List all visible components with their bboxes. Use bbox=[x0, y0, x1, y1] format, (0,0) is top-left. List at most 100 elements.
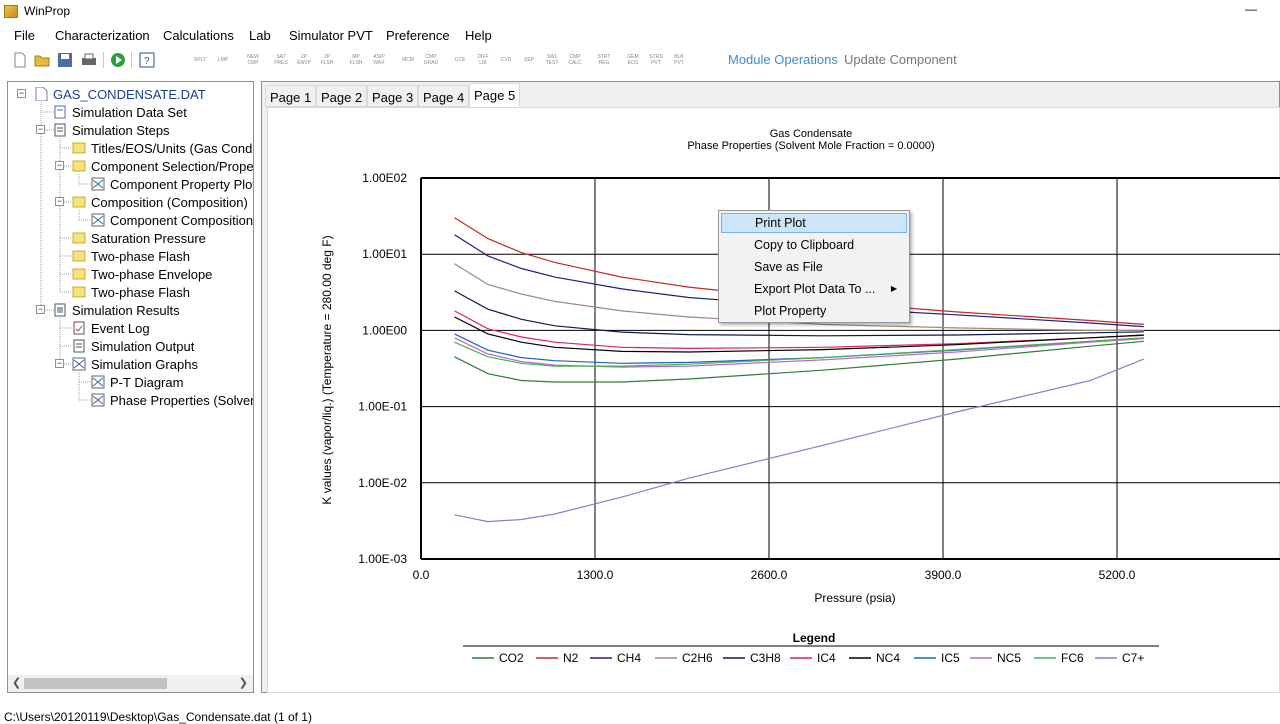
tree-item-two-phase-flash[interactable]: Two-phase Flash bbox=[72, 247, 190, 265]
tab-page-3[interactable]: Page 3 bbox=[367, 85, 419, 107]
chart-title: Gas Condensate bbox=[770, 128, 853, 140]
scroll-right-icon[interactable]: ❯ bbox=[239, 676, 248, 689]
menu-label: Copy to Clipboard bbox=[754, 238, 855, 252]
tree-item-label: Saturation Pressure bbox=[91, 230, 206, 246]
folder-icon bbox=[72, 286, 86, 298]
tb-mcm[interactable]: MCM bbox=[399, 51, 417, 69]
tree-root[interactable]: GAS_CONDENSATE.DAT bbox=[34, 85, 206, 103]
print-plot-menu-item[interactable]: Print Plot bbox=[721, 213, 907, 233]
tb-diff-lib[interactable]: DIFF LIB bbox=[474, 51, 492, 69]
update-component-link[interactable]: Update Component bbox=[844, 52, 957, 67]
tree-item-simulation-output[interactable]: Simulation Output bbox=[72, 337, 194, 355]
tree-item-event-log[interactable]: Event Log bbox=[72, 319, 150, 337]
tb-cmp-calc[interactable]: CMP CALC bbox=[566, 51, 584, 69]
tb-cce[interactable]: CCE bbox=[451, 51, 469, 69]
collapse-simulation-results-icon[interactable]: − bbox=[36, 305, 45, 314]
tb-sep[interactable]: SEP bbox=[520, 51, 538, 69]
collapse-root-icon[interactable]: − bbox=[17, 89, 26, 98]
tb-mp-flsh[interactable]: MP FLSH bbox=[347, 51, 365, 69]
tb-2p-flsh[interactable]: 2P FLSH bbox=[318, 51, 336, 69]
tb-cvd[interactable]: CVD bbox=[497, 51, 515, 69]
tree-item-component-composition[interactable]: Component Composition I bbox=[91, 211, 253, 229]
tree-item-pt-diagram[interactable]: P-T Diagram bbox=[91, 373, 183, 391]
tree-item-component-selection[interactable]: Component Selection/Propert bbox=[72, 157, 253, 175]
k-values-chart[interactable]: Gas CondensatePhase Properties (Solvent … bbox=[268, 108, 1280, 693]
tb-blk-pvt[interactable]: BLK PVT bbox=[670, 51, 688, 69]
submenu-arrow-icon: ▶ bbox=[890, 284, 897, 293]
tb-new-cmp[interactable]: NEW CMP bbox=[244, 51, 262, 69]
tree-horizontal-scrollbar[interactable]: ❮ ❯ bbox=[8, 675, 253, 692]
svg-text:?: ? bbox=[144, 56, 150, 67]
menu-lab[interactable]: Lab bbox=[249, 28, 271, 43]
tree-item-phase-properties[interactable]: Phase Properties (Solvent bbox=[91, 391, 254, 409]
menu-calculations[interactable]: Calculations bbox=[163, 28, 234, 43]
tab-page-4[interactable]: Page 4 bbox=[418, 85, 470, 107]
tree-item-simulation-steps[interactable]: Simulation Steps bbox=[53, 121, 170, 139]
tb-asp-wax[interactable]: ASP/ WAX bbox=[370, 51, 388, 69]
tab-page-1[interactable]: Page 1 bbox=[265, 85, 317, 107]
content-panel: Page 1 Page 2 Page 3 Page 4 Page 5 Gas C… bbox=[261, 81, 1280, 693]
collapse-component-selection-icon[interactable]: − bbox=[55, 161, 64, 170]
legend-item-label: NC4 bbox=[876, 651, 900, 665]
new-file-icon[interactable] bbox=[11, 51, 29, 69]
tree-item-label: Simulation Data Set bbox=[72, 104, 187, 120]
collapse-simulation-steps-icon[interactable]: − bbox=[36, 125, 45, 134]
help-icon[interactable]: ? bbox=[138, 51, 156, 69]
save-icon[interactable] bbox=[56, 51, 74, 69]
export-plot-data-menu-item[interactable]: Export Plot Data To ... ▶ bbox=[721, 279, 907, 299]
tree-item-simulation-data-set[interactable]: Simulation Data Set bbox=[53, 103, 187, 121]
tree-item-simulation-graphs[interactable]: Simulation Graphs bbox=[72, 355, 198, 373]
tree-item-titles-eos-units[interactable]: Titles/EOS/Units (Gas Conder bbox=[72, 139, 253, 157]
module-operations-link[interactable]: Module Operations bbox=[728, 52, 838, 67]
tab-page-2[interactable]: Page 2 bbox=[316, 85, 368, 107]
folder-icon bbox=[72, 142, 86, 154]
collapse-simulation-graphs-icon[interactable]: − bbox=[55, 359, 64, 368]
tb-2p-envp[interactable]: 2P ENVP bbox=[295, 51, 313, 69]
menu-preference[interactable]: Preference bbox=[386, 28, 450, 43]
legend-title: Legend bbox=[793, 631, 836, 645]
print-icon[interactable] bbox=[80, 51, 98, 69]
copy-to-clipboard-menu-item[interactable]: Copy to Clipboard bbox=[721, 235, 907, 255]
tb-lmp[interactable]: LMP bbox=[214, 51, 232, 69]
tree-item-component-property-plot[interactable]: Component Property Plot bbox=[91, 175, 253, 193]
save-as-file-menu-item[interactable]: Save as File bbox=[721, 257, 907, 277]
tree-item-two-phase-flash-2[interactable]: Two-phase Flash bbox=[72, 283, 190, 301]
tb-cmp-grad[interactable]: CMP GRAD bbox=[422, 51, 440, 69]
menu-label: Plot Property bbox=[754, 304, 827, 318]
app-icon bbox=[4, 5, 18, 18]
tb-splt[interactable]: SPLT bbox=[191, 51, 209, 69]
plot-page: Gas Condensate Phase Properties (Solvent … bbox=[267, 107, 1280, 693]
menu-label: Save as File bbox=[754, 260, 823, 274]
minimize-button[interactable]: — bbox=[1236, 0, 1266, 22]
tb-sat-pres[interactable]: SAT PRES bbox=[272, 51, 290, 69]
tree-item-composition[interactable]: Composition (Composition) bbox=[72, 193, 248, 211]
y-tick-label: 1.00E01 bbox=[362, 247, 407, 261]
tree-item-label: Two-phase Flash bbox=[91, 284, 190, 300]
tree-item-simulation-results[interactable]: Simulation Results bbox=[53, 301, 180, 319]
plot-property-menu-item[interactable]: Plot Property bbox=[721, 301, 907, 321]
tree-item-saturation-pressure[interactable]: Saturation Pressure bbox=[72, 229, 206, 247]
open-folder-icon[interactable] bbox=[33, 51, 51, 69]
tree-item-label: Phase Properties (Solvent bbox=[110, 392, 254, 408]
tab-page-5[interactable]: Page 5 bbox=[469, 83, 521, 107]
menu-characterization[interactable]: Characterization bbox=[55, 28, 150, 43]
tb-swl-test[interactable]: SWL TEST bbox=[543, 51, 561, 69]
plot-icon bbox=[91, 213, 105, 227]
toolbar-separator bbox=[131, 52, 132, 68]
plot-icon bbox=[72, 357, 86, 371]
legend-item-label: FC6 bbox=[1061, 651, 1084, 665]
tb-strt-reg[interactable]: STRT REG bbox=[595, 51, 613, 69]
x-tick-label: 2600.0 bbox=[751, 568, 788, 582]
tb-gem-eos[interactable]: GEM EOS bbox=[624, 51, 642, 69]
menu-help[interactable]: Help bbox=[465, 28, 492, 43]
tb-strs-pvt[interactable]: STRS PVT bbox=[647, 51, 665, 69]
y-tick-label: 1.00E-03 bbox=[358, 552, 407, 566]
menu-simulator-pvt[interactable]: Simulator PVT bbox=[289, 28, 373, 43]
tree-item-two-phase-envelope[interactable]: Two-phase Envelope bbox=[72, 265, 212, 283]
menu-file[interactable]: File bbox=[14, 28, 35, 43]
scroll-left-icon[interactable]: ❮ bbox=[12, 676, 21, 689]
run-icon[interactable] bbox=[109, 51, 127, 69]
series-line-c7plus bbox=[454, 358, 1145, 523]
collapse-composition-icon[interactable]: − bbox=[55, 197, 64, 206]
scrollbar-thumb[interactable] bbox=[24, 678, 167, 689]
